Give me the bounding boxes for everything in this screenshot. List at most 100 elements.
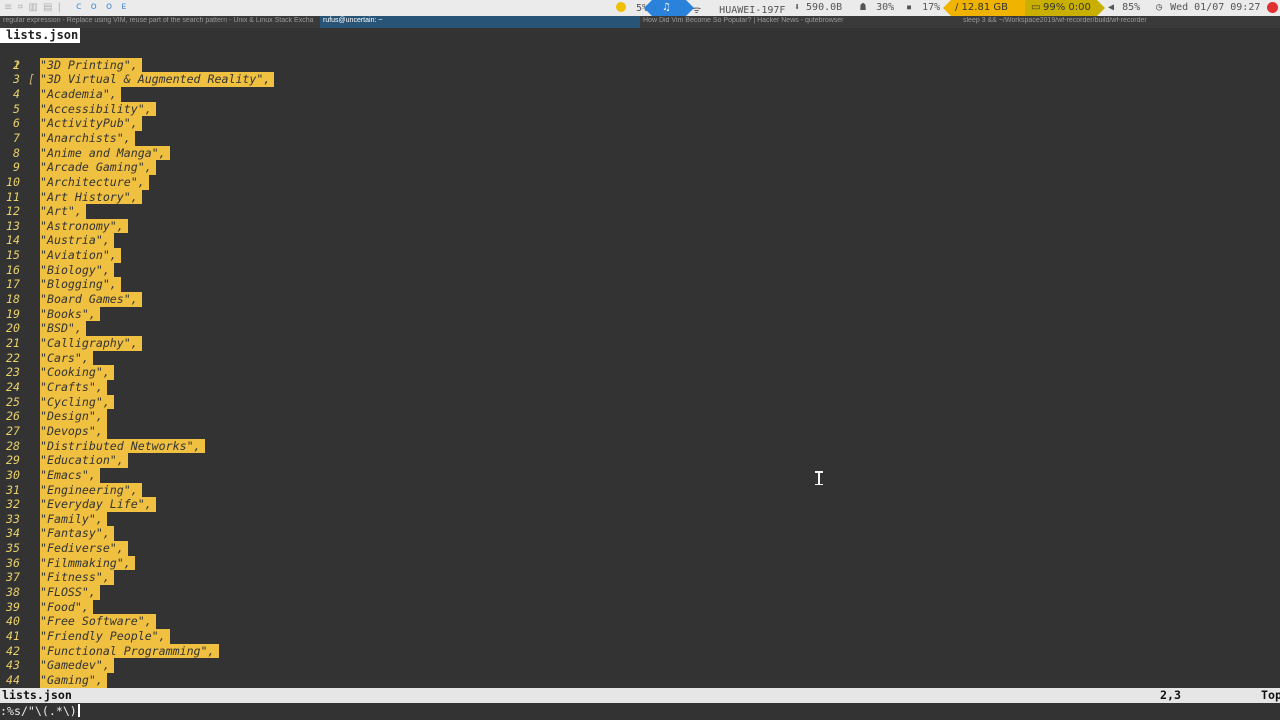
line-number: 30 [6, 467, 20, 482]
launcher-icons[interactable]: ≡ ⌗ ▥ ▤ | [4, 2, 62, 13]
line-text: "Calligraphy", [40, 336, 142, 351]
line-text: "Board Games", [40, 292, 142, 307]
line-number: 38 [6, 585, 20, 600]
line-text: "Astronomy", [40, 218, 128, 234]
buffer-line: 23 "Cooking", [0, 365, 1280, 380]
line-text: "Aviation", [40, 248, 121, 263]
clock-icon: ◷ [1156, 2, 1163, 13]
line-text: "Education", [40, 453, 128, 468]
network-download: ⬇ 590.0B [794, 2, 843, 13]
line-number: 20 [6, 321, 20, 336]
cpu-widget: ☗ 30% [860, 2, 894, 13]
line-number: 42 [6, 643, 20, 658]
line-number: 31 [6, 482, 20, 497]
buffer-line: 39 "Food", [0, 599, 1280, 615]
power-icon[interactable] [1267, 2, 1278, 13]
window-title-terminal[interactable]: rufus@uncertain: ~ [320, 16, 640, 28]
line-number: 41 [6, 629, 20, 643]
line-text: "Cars", [40, 350, 93, 366]
buffer-line: 11 "Art History", [0, 189, 1280, 205]
line-number: 13 [6, 218, 20, 233]
line-text: "Everyday Life", [40, 497, 156, 512]
line-number: 36 [6, 555, 20, 570]
clock-widget: ◷ Wed 01/07 09:27 [1156, 2, 1260, 13]
line-number: 39 [6, 599, 20, 614]
line-text: "Distributed Networks", [40, 438, 205, 454]
window-title-qutebrowser[interactable]: How Did Vim Become So Popular? | Hacker … [643, 17, 959, 24]
music-widget[interactable]: ♫ [644, 0, 694, 16]
window-title-stackexchange[interactable]: regular expression - Replace using VIM, … [3, 17, 319, 24]
cpu-icon: ☗ [860, 2, 867, 13]
line-text: "Architecture", [40, 174, 149, 190]
volume-widget[interactable]: ◀ 85% [1108, 2, 1140, 13]
line-text: "Food", [40, 599, 93, 615]
workspace-indicators[interactable]: ᴄ ᴏ ᴏ ᴇ [76, 1, 129, 12]
line-text: "Fediverse", [40, 541, 128, 556]
buffer-line: 26 "Design", [0, 409, 1280, 424]
buffer-line: 13 "Astronomy", [0, 218, 1280, 234]
line-text: "Cycling", [40, 394, 114, 410]
line-number: 27 [6, 423, 20, 438]
line-number: 35 [6, 541, 20, 556]
line-text: "Cooking", [40, 365, 114, 380]
command-text[interactable]: :%s/"\(.*\) [0, 704, 77, 718]
buffer-line: 7 "Anarchists", [0, 130, 1280, 146]
cursor-position: 2,3 [1160, 688, 1181, 702]
line-text: "Emacs", [40, 467, 100, 483]
line-text: "ActivityPub", [40, 116, 142, 131]
line-number: 4 [13, 86, 20, 101]
buffer-line: 6 "ActivityPub", [0, 116, 1280, 131]
line-text: "Design", [40, 409, 107, 424]
disk-value: / 12.81 GB [955, 2, 1008, 13]
scroll-position: Top [1261, 688, 1280, 702]
line-number: 34 [6, 526, 20, 541]
buffer-line: 9 "Arcade Gaming", [0, 160, 1280, 175]
music-note-icon: ♫ [662, 2, 671, 13]
disk-widget: / 12.81 GB [943, 0, 1025, 16]
line-text: "Engineering", [40, 482, 142, 498]
line-text: "Accessibility", [40, 101, 156, 117]
line-text: "BSD", [40, 321, 86, 336]
buffer-line: 27 "Devops", [0, 423, 1280, 439]
line-number: 25 [6, 394, 20, 409]
buffer-line: 15 "Aviation", [0, 248, 1280, 263]
line-text: "Anime and Manga", [40, 145, 170, 161]
buffer-line: 16 "Biology", [0, 262, 1280, 278]
line-number: 19 [6, 306, 20, 321]
buffer-line: 18 "Board Games", [0, 292, 1280, 307]
line-text: "Free Software", [40, 614, 156, 629]
buffer-line: 10 "Architecture", [0, 174, 1280, 190]
window-title-recorder[interactable]: sleep 3 && ~/Workspace2019/wf-recorder/b… [963, 17, 1279, 24]
line-text: "Biology", [40, 262, 114, 278]
editor-buffer[interactable]: 1 [ 2 "3D Printing", 3 "3D Virtual & Augmen… [0, 43, 1280, 688]
line-text: "3D Virtual & Augmented Reality", [40, 72, 275, 87]
buffer-line: 24 "Crafts", [0, 379, 1280, 395]
line-number: 44 [6, 672, 20, 687]
vim-command-line[interactable]: :%s/"\(.*\) [0, 703, 1280, 720]
line-text: "Devops", [40, 423, 107, 439]
vim-tabline: lists.json [0, 28, 1280, 43]
line-number: 23 [6, 365, 20, 380]
line-text: "Gaming", [40, 672, 107, 688]
line-text: "Crafts", [40, 379, 107, 395]
line-number: 7 [13, 130, 20, 145]
line-number: 17 [6, 277, 20, 292]
line-text: "Academia", [40, 86, 121, 102]
line-number: 11 [6, 189, 20, 204]
buffer-line: 34 "Fantasy", [0, 526, 1280, 542]
line-text: "Family", [40, 511, 107, 527]
line-number: 14 [6, 233, 20, 248]
buffer-line: 21 "Calligraphy", [0, 336, 1280, 351]
cpu-value: 30% [876, 2, 895, 13]
line-number: 37 [6, 570, 20, 585]
line-number: 21 [6, 336, 20, 350]
buffer-line: 28 "Distributed Networks", [0, 438, 1280, 454]
buffer-line: 31 "Engineering", [0, 482, 1280, 498]
buffer-line: 37 "Fitness", [0, 570, 1280, 586]
line-text: "Anarchists", [40, 130, 135, 146]
tab-lists-json[interactable]: lists.json [0, 28, 80, 43]
system-top-bar: ≡ ⌗ ▥ ▤ | ᴄ ᴏ ᴏ ᴇ 5% ♫ ᯤ HUAWEI-197F ⬇ 5… [0, 0, 1280, 16]
line-number: 43 [6, 658, 20, 673]
buffer-line: 29 "Education", [0, 453, 1280, 468]
buffer-line: 42 "Functional Programming", [0, 643, 1280, 659]
